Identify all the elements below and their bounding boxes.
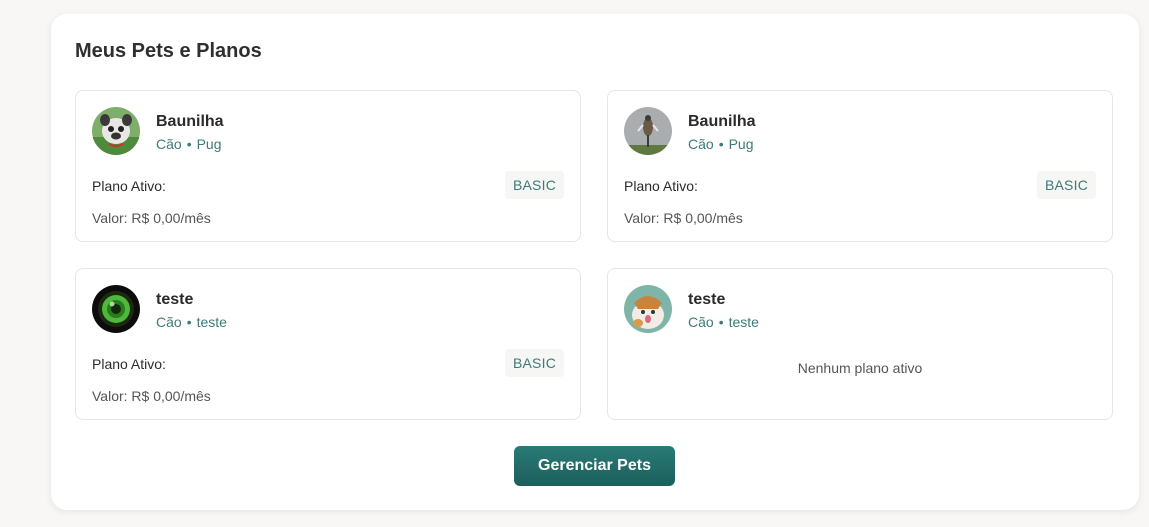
pet-species: Cão [688,136,714,152]
plan-badge: BASIC [504,171,564,199]
meta-separator: • [718,314,724,330]
pet-species: Cão [688,314,714,330]
bulldog-photo-avatar [92,107,140,155]
pets-plans-panel: Meus Pets e Planos Baunilha Cão • Pug Plan… [51,14,1139,510]
camera-lens-photo-avatar [92,285,140,333]
pet-card: teste Cão • teste Plano Ativo: BASIC Valor… [75,268,581,420]
manage-pets-button[interactable]: Gerenciar Pets [514,446,675,486]
pet-breed: teste [196,314,227,330]
pet-name: teste [688,291,726,308]
meta-separator: • [186,136,192,152]
plan-badge: BASIC [1036,171,1096,199]
plan-value: Valor: R$ 0,00/mês [92,388,211,404]
pet-species: Cão [156,136,182,152]
plan-value: Valor: R$ 0,00/mês [92,210,211,226]
pet-name: Baunilha [156,113,224,130]
plan-badge: BASIC [504,349,564,377]
pet-name: Baunilha [688,113,756,130]
plan-label: Plano Ativo: [92,356,166,372]
pet-breed: teste [728,314,759,330]
pet-species-breed: Cão • teste [688,314,759,330]
meta-separator: • [718,136,724,152]
bird-photo-avatar [624,107,672,155]
section-title: Meus Pets e Planos [75,40,262,62]
pet-breed: Pug [728,136,754,152]
plan-value: Valor: R$ 0,00/mês [624,210,743,226]
pet-card: Baunilha Cão • Pug Plano Ativo: BASIC Valo… [75,90,581,242]
no-plan-message: Nenhum plano ativo [797,360,923,376]
pet-species-breed: Cão • Pug [156,136,222,152]
pet-card: Baunilha Cão • Pug Plano Ativo: BASIC Valo… [607,90,1113,242]
cat-photo-avatar [624,285,672,333]
pet-card: teste Cão • teste Nenhum plano ativo [607,268,1113,420]
pet-breed: Pug [196,136,222,152]
pet-species-breed: Cão • Pug [688,136,754,152]
pet-species-breed: Cão • teste [156,314,227,330]
pet-species: Cão [156,314,182,330]
plan-label: Plano Ativo: [92,178,166,194]
pet-name: teste [156,291,194,308]
meta-separator: • [186,314,192,330]
plan-label: Plano Ativo: [624,178,698,194]
